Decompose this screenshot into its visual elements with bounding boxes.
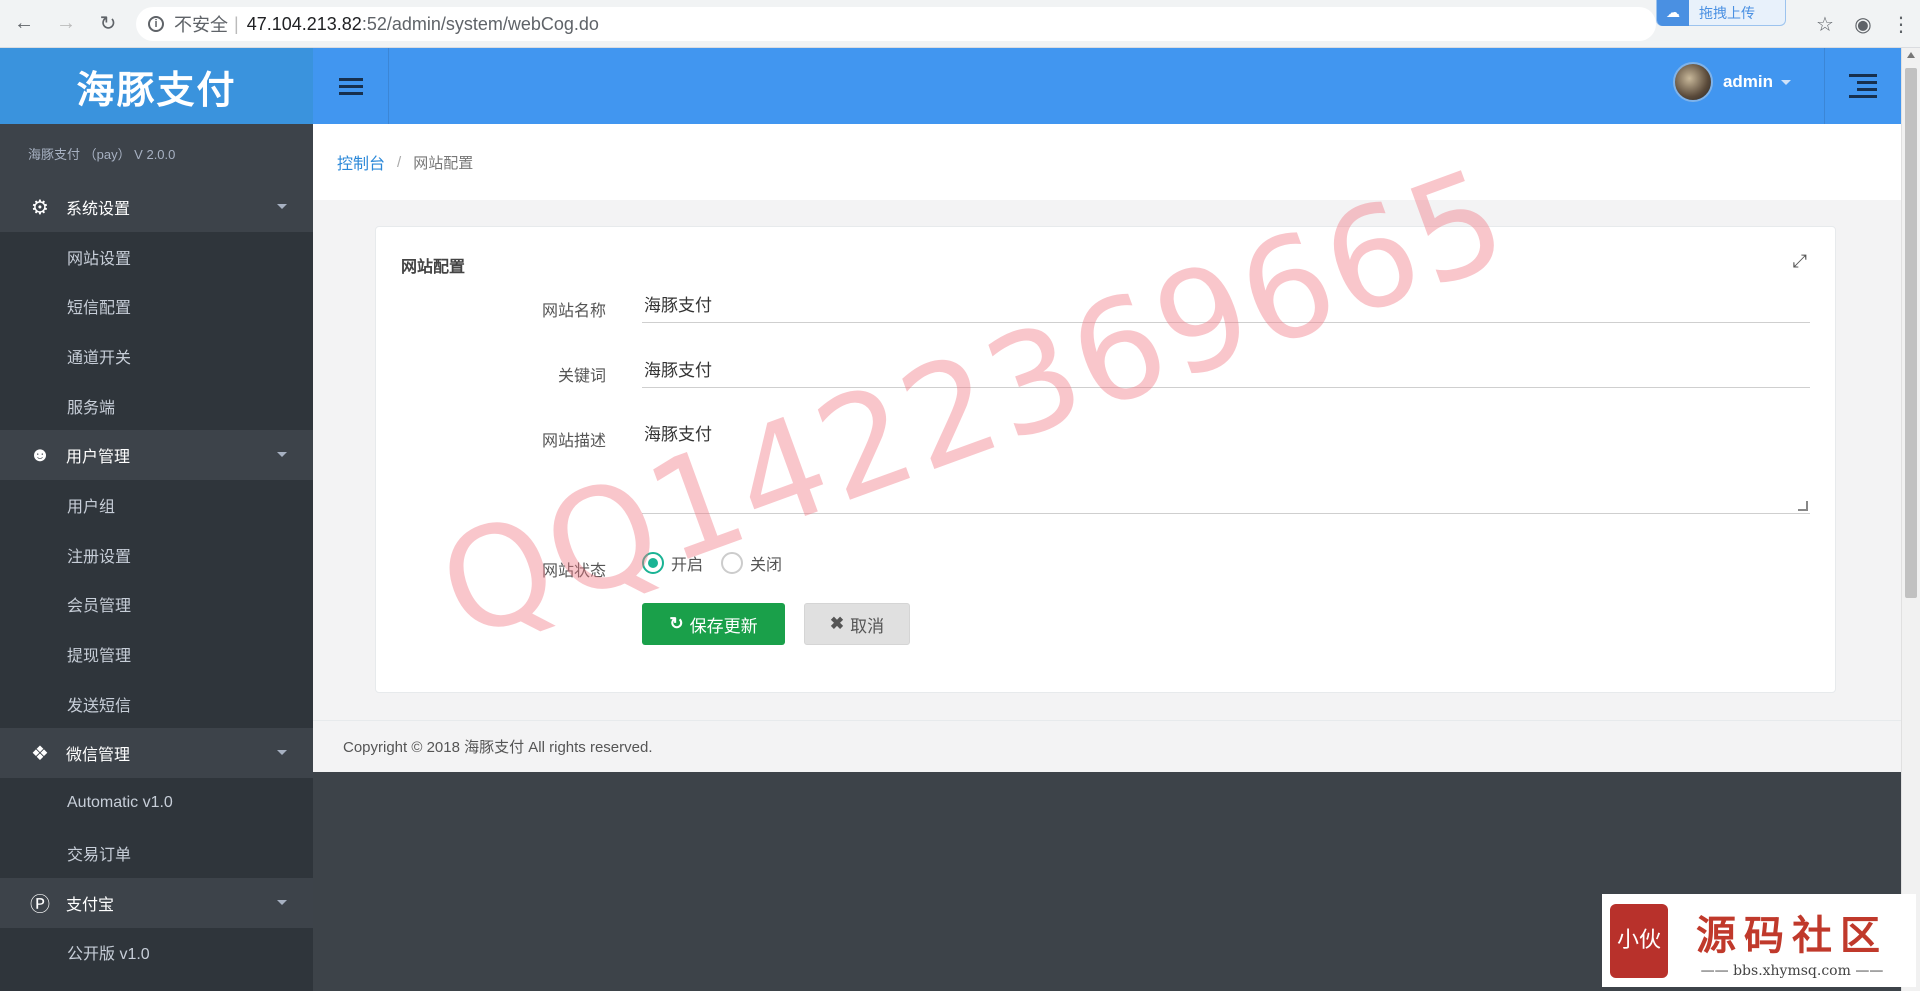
description-textarea[interactable]: 海豚支付 [642,420,1810,514]
description-text: 海豚支付 [644,425,712,444]
keywords-label: 关键词 [557,368,606,385]
scroll-up-icon[interactable] [1907,52,1915,58]
sidebar-item-site-settings[interactable]: 网站设置 [0,232,313,282]
sidebar-section-label: 系统设置 [66,201,131,218]
indent-icon [1849,70,1877,102]
site-name-label: 网站名称 [541,303,606,320]
top-navbar: admin [313,48,1901,124]
browser-toolbar: ← → ↻ i 不安全 | 47.104.213.82:52/admin/sys… [0,0,1920,48]
breadcrumb: 控制台 / 网站配置 [313,124,1901,200]
forward-icon[interactable]: → [48,6,84,42]
resize-grip-icon[interactable] [1798,501,1808,511]
sidebar-section-label: 微信管理 [66,747,131,765]
main-content: 网站配置 ⤢ 网站名称 海豚支付 关键词 海豚支付 网站描述 海豚支付 网站状态… [313,200,1901,720]
pinterest-icon: Ⓟ [30,894,50,917]
sidebar-item-orders[interactable]: 交易订单 [0,827,313,878]
upload-widget[interactable]: ☁ 拖拽上传 [1656,0,1786,26]
status-on-label[interactable]: 开启 [671,551,703,575]
refresh-icon: ↻ [669,614,684,633]
star-icon[interactable]: ☆ [1806,12,1844,37]
sidebar-section-label: 支付宝 [66,896,115,914]
security-label: 不安全 [174,15,228,35]
close-icon: ✖ [829,614,845,633]
expand-icon[interactable]: ⤢ [1793,251,1807,272]
app-version: 海豚支付 （pay） V 2.0.0 [0,124,313,182]
sidebar-item-channel-switch[interactable]: 通道开关 [0,331,313,381]
user-icon: ☻ [29,443,51,466]
caret-down-icon [277,204,287,209]
caret-down-icon [277,750,287,756]
wechat-icon: ❖ [31,742,49,765]
sidebar-item-send-sms[interactable]: 发送短信 [0,678,313,729]
reload-icon[interactable]: ↻ [90,6,126,42]
site-config-panel: 网站配置 ⤢ 网站名称 海豚支付 关键词 海豚支付 网站描述 海豚支付 网站状态… [375,226,1836,693]
panel-title: 网站配置 [401,259,466,276]
info-icon[interactable]: i [148,16,164,32]
back-icon[interactable]: ← [6,6,42,42]
cloud-icon: ☁ [1657,0,1689,26]
sidebar-item-withdrawals[interactable]: 提现管理 [0,629,313,679]
sidebar-section-system[interactable]: ⚙ 系统设置 [0,182,313,232]
logo-url: —— bbs.xhymsq.com —— [1700,962,1884,979]
sidebar-section-label: 用户管理 [66,449,131,467]
status-radio-group: 开启 关闭 [642,551,800,575]
keywords-input[interactable]: 海豚支付 [642,356,1810,388]
hamburger-icon [338,74,363,99]
menu-toggle-button[interactable] [313,48,389,124]
save-button-label: 保存更新 [689,616,758,636]
status-label: 网站状态 [541,563,606,580]
address-bar[interactable]: i 不安全 | 47.104.213.82:52/admin/system/we… [136,7,1656,41]
caret-down-icon [277,452,287,458]
breadcrumb-home-link[interactable]: 控制台 [337,150,385,174]
sidebar-item-server[interactable]: 服务端 [0,380,313,431]
footer: Copyright © 2018 海豚支付 All rights reserve… [313,720,1901,772]
sidebar-section-wechat[interactable]: ❖ 微信管理 [0,728,313,779]
address-separator: | [234,13,239,34]
copyright-text: Copyright © 2018 海豚支付 All rights reserve… [343,739,653,756]
sidebar-item-sms-config[interactable]: 短信配置 [0,281,313,332]
breadcrumb-separator: / [397,153,402,171]
status-off-radio[interactable] [721,552,744,574]
user-menu[interactable]: admin [1672,62,1791,102]
seal-logo: 小伙 [1610,903,1668,978]
url-path: :52/admin/system/webCog.do [361,13,599,34]
status-off-label[interactable]: 关闭 [750,551,782,575]
gear-icon: ⚙ [31,196,49,219]
sidebar: 海豚支付 海豚支付 （pay） V 2.0.0 ⚙ 系统设置 网站设置 短信配置… [0,48,313,991]
site-name-input[interactable]: 海豚支付 [642,291,1810,323]
more-icon[interactable]: ⋮ [1882,12,1920,37]
sidebar-item-register-settings[interactable]: 注册设置 [0,529,313,580]
profile-icon[interactable]: ◉ [1844,12,1882,37]
sidebar-item-members[interactable]: 会员管理 [0,579,313,630]
cancel-button-label: 取消 [850,616,885,636]
scrollbar-thumb[interactable] [1905,68,1917,598]
status-on-radio[interactable] [642,552,664,574]
url-host: 47.104.213.82 [246,13,362,34]
cancel-button[interactable]: ✖ 取消 [804,603,910,645]
caret-down-icon [1781,79,1791,85]
avatar [1672,62,1713,102]
sidebar-section-alipay[interactable]: Ⓟ 支付宝 [0,877,313,928]
logo-title: 源码社区 [1696,911,1888,959]
save-button[interactable]: ↻ 保存更新 [642,603,785,645]
community-logo: 小伙 源码社区 —— bbs.xhymsq.com —— [1602,894,1916,987]
upload-widget-label: 拖拽上传 [1699,4,1755,21]
right-sidebar-toggle[interactable] [1824,48,1901,124]
sidebar-item-user-groups[interactable]: 用户组 [0,480,313,530]
brand-logo[interactable]: 海豚支付 [0,48,313,124]
username: admin [1722,72,1773,91]
description-label: 网站描述 [541,433,606,450]
sidebar-section-users[interactable]: ☻ 用户管理 [0,430,313,481]
breadcrumb-current: 网站配置 [413,154,474,172]
sidebar-item-public-version[interactable]: 公开版 v1.0 [0,927,313,978]
sidebar-item-automatic[interactable]: Automatic v1.0 [0,778,313,828]
page-scrollbar[interactable] [1901,48,1920,991]
caret-down-icon [277,899,287,905]
